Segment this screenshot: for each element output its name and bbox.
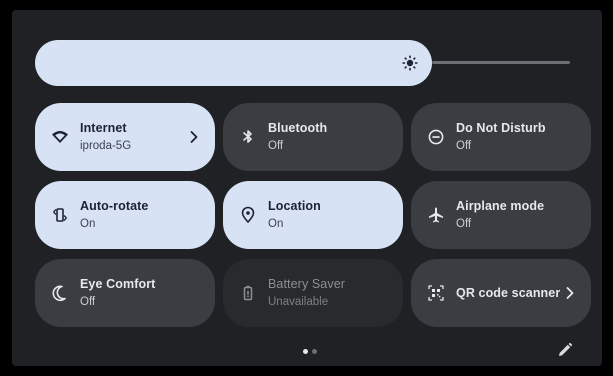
tile-label: Internet bbox=[80, 121, 127, 135]
tile-auto-rotate[interactable]: Auto-rotate On bbox=[35, 181, 215, 249]
auto-rotate-icon bbox=[53, 208, 67, 222]
tile-status: Unavailable bbox=[268, 296, 329, 308]
tile-label: Airplane mode bbox=[456, 199, 545, 213]
tile-eye-comfort[interactable]: Eye Comfort Off bbox=[35, 259, 215, 327]
battery-icon bbox=[243, 285, 253, 301]
tile-text: Internet iproda-5G bbox=[80, 121, 187, 154]
tile-airplane-mode[interactable]: Airplane mode Off bbox=[411, 181, 591, 249]
tile-label: Battery Saver bbox=[268, 277, 346, 291]
tile-label: Bluetooth bbox=[268, 121, 328, 135]
tile-text: Bluetooth Off bbox=[268, 121, 375, 154]
tile-status: On bbox=[80, 218, 96, 230]
tile-status: Off bbox=[268, 140, 284, 152]
tile-battery-saver[interactable]: Battery Saver Unavailable bbox=[223, 259, 403, 327]
tile-text: Eye Comfort Off bbox=[80, 277, 187, 310]
tile-qr-code-scanner[interactable]: QR code scanner bbox=[411, 259, 591, 327]
tile-text: Battery Saver Unavailable bbox=[268, 277, 375, 310]
qr-code-scan-icon bbox=[428, 285, 444, 301]
tile-status: On bbox=[268, 218, 284, 230]
tile-text: Airplane mode Off bbox=[456, 199, 563, 232]
brightness-slider-track[interactable] bbox=[432, 61, 570, 64]
do-not-disturb-icon bbox=[428, 129, 444, 145]
tile-text: QR code scanner bbox=[456, 286, 563, 301]
tile-status: Off bbox=[456, 140, 472, 152]
bluetooth-icon bbox=[243, 130, 252, 143]
tile-label: Location bbox=[268, 199, 321, 213]
tile-status: Off bbox=[456, 218, 472, 230]
page-dot-inactive[interactable] bbox=[312, 349, 317, 354]
tile-status: iproda-5G bbox=[80, 140, 132, 152]
airplane-icon bbox=[429, 207, 443, 223]
wifi-icon bbox=[52, 131, 68, 143]
tile-bluetooth[interactable]: Bluetooth Off bbox=[223, 103, 403, 171]
brightness-slider[interactable] bbox=[35, 40, 572, 86]
tile-text: Location On bbox=[268, 199, 375, 232]
moon-icon bbox=[52, 285, 66, 302]
tile-location[interactable]: Location On bbox=[223, 181, 403, 249]
tile-label: Do Not Disturb bbox=[456, 121, 546, 135]
brightness-slider-fill[interactable] bbox=[35, 40, 432, 86]
tile-label: QR code scanner bbox=[456, 286, 561, 300]
page-dot-active[interactable] bbox=[303, 349, 308, 354]
tile-text: Auto-rotate On bbox=[80, 199, 187, 232]
location-pin-icon bbox=[241, 206, 255, 224]
tile-label: Auto-rotate bbox=[80, 199, 149, 213]
tile-internet[interactable]: Internet iproda-5G bbox=[35, 103, 215, 171]
tile-do-not-disturb[interactable]: Do Not Disturb Off bbox=[411, 103, 591, 171]
pencil-edit-icon[interactable] bbox=[557, 342, 573, 358]
chevron-right-icon[interactable] bbox=[189, 130, 199, 144]
tile-label: Eye Comfort bbox=[80, 277, 156, 291]
tile-text: Do Not Disturb Off bbox=[456, 121, 563, 154]
brightness-icon bbox=[402, 55, 418, 71]
tile-status: Off bbox=[80, 296, 96, 308]
chevron-right-icon[interactable] bbox=[565, 286, 575, 300]
